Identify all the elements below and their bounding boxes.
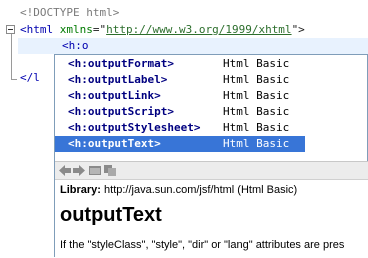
completion-item[interactable]: <h:outputScript> Html Basic [55, 104, 305, 120]
fold-guide-end [11, 79, 17, 80]
fold-toggle-icon[interactable] [6, 25, 15, 34]
code-completion-popup[interactable]: <h:outputFormat> Html Basic <h:outputLabel… [54, 54, 368, 258]
completion-item-tag: <h:outputScript> [68, 105, 174, 118]
completion-item-library: Html Basic [223, 121, 290, 134]
completion-list[interactable]: <h:outputFormat> Html Basic <h:outputLabel… [55, 56, 305, 152]
completion-item-tag: <h:outputLink> [68, 89, 161, 102]
tag-close: "> [291, 23, 305, 36]
completion-item-tag: <h:outputLabel> [68, 73, 168, 86]
open-in-browser-icon[interactable] [89, 165, 101, 176]
code-line-html-open: <html xmlns="http://www.w3.org/1999/xhtm… [20, 22, 305, 38]
code-line-html-close: </l [20, 71, 40, 84]
completion-item[interactable]: <h:outputText> Html Basic [55, 136, 305, 152]
fold-guide-line [11, 34, 12, 80]
library-label: Library: [60, 184, 101, 196]
completion-item[interactable]: <h:outputStylesheet> Html Basic [55, 120, 305, 136]
completion-item[interactable]: <h:outputFormat> Html Basic [55, 56, 305, 72]
xmlns-attribute: xmlns [59, 23, 93, 36]
documentation-description: If the "styleClass", "style", "dir" or "… [60, 239, 345, 251]
completion-item-library: Html Basic [223, 105, 290, 118]
forward-arrow-icon[interactable] [73, 165, 85, 176]
library-value: http://java.sun.com/jsf/html (Html Basic… [104, 184, 298, 196]
completion-item-library: Html Basic [223, 137, 290, 150]
completion-item-tag: <h:outputText> [68, 137, 161, 150]
documentation-toolbar [55, 162, 368, 180]
documentation-title: outputText [60, 204, 162, 226]
library-line: Library: http://java.sun.com/jsf/html (H… [60, 184, 368, 196]
html-open-tag: <html [20, 23, 60, 36]
completion-item-tag: <h:outputFormat> [68, 57, 174, 70]
xmlns-url: http://www.w3.org/1999/xhtml [106, 23, 292, 36]
completion-item[interactable]: <h:outputLink> Html Basic [55, 88, 305, 104]
completion-item-library: Html Basic [223, 57, 290, 70]
code-line-typed-prefix: <h:o [62, 39, 89, 52]
completion-item[interactable]: <h:outputLabel> Html Basic [55, 72, 305, 88]
back-arrow-icon[interactable] [59, 165, 71, 176]
attr-equals: =" [92, 23, 107, 36]
code-line-doctype: <!DOCTYPE html> [20, 6, 120, 19]
copy-icon[interactable] [104, 165, 116, 176]
completion-item-library: Html Basic [223, 73, 290, 86]
completion-item-tag: <h:outputStylesheet> [68, 121, 201, 134]
completion-item-library: Html Basic [223, 89, 290, 102]
documentation-pane: Library: http://java.sun.com/jsf/html (H… [55, 161, 368, 258]
